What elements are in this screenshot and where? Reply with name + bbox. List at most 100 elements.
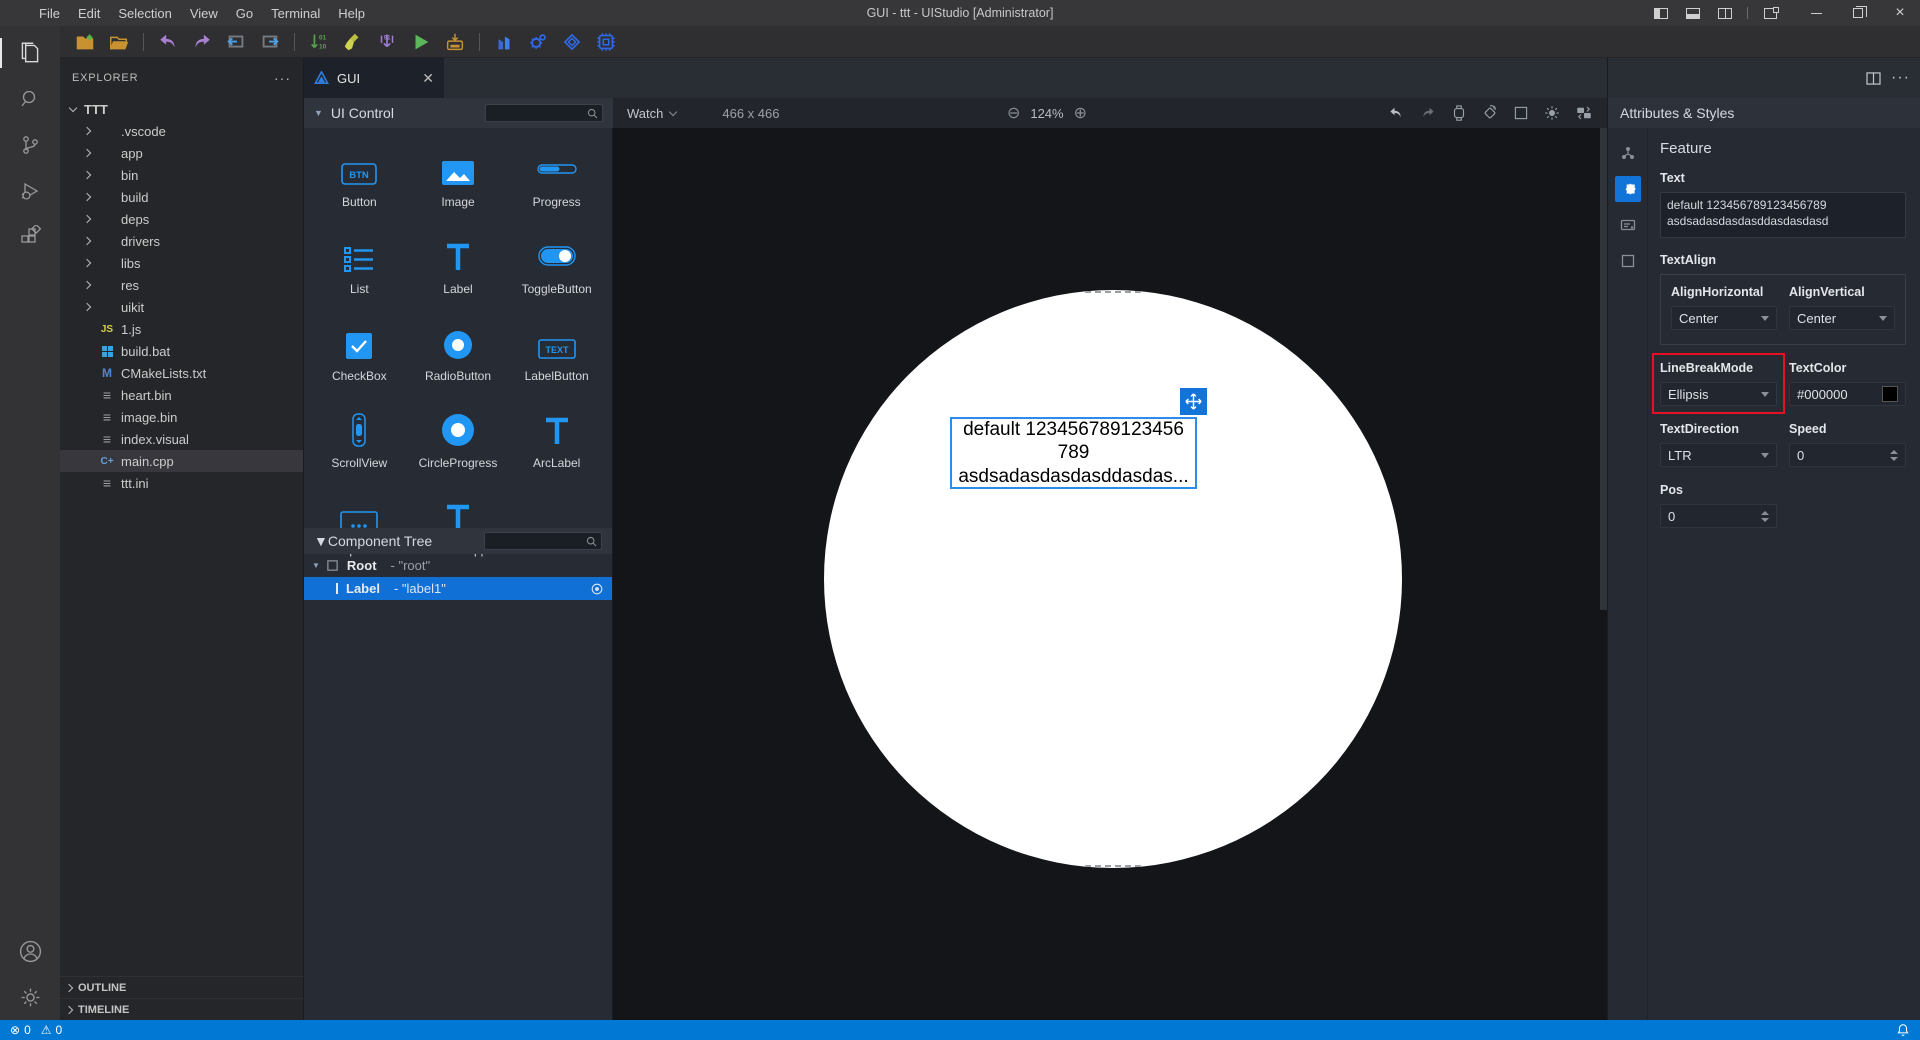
canvas-scrollbar[interactable] — [1600, 128, 1607, 610]
watch-device-icon[interactable] — [1451, 104, 1467, 122]
ui-control-header[interactable]: ▼ UI Control — [304, 98, 613, 128]
new-project-icon[interactable] — [70, 29, 100, 55]
tree-item[interactable]: build.bat — [60, 340, 303, 362]
palette-item-togglebutton[interactable]: ToggleButton — [507, 239, 606, 296]
tree-item[interactable]: CMakeLists.txt — [60, 362, 303, 384]
layout-swap-icon[interactable] — [1575, 104, 1593, 122]
package-icon[interactable] — [557, 29, 587, 55]
zoom-in-icon[interactable]: ⊕ — [1074, 103, 1087, 123]
tree-item[interactable]: bin — [60, 164, 303, 186]
tree-item[interactable]: drivers — [60, 230, 303, 252]
run-icon[interactable] — [406, 29, 436, 55]
stepper-arrows-icon[interactable] — [1761, 511, 1769, 522]
tree-item[interactable]: deps — [60, 208, 303, 230]
text-value-input[interactable]: default 123456789123456789 asdsadasdasda… — [1660, 192, 1906, 238]
run-debug-icon[interactable] — [0, 168, 60, 214]
tree-item[interactable]: ttt.ini — [60, 472, 303, 494]
device-select[interactable]: Watch — [627, 106, 684, 121]
palette-item-labelbutton[interactable]: TEXT LabelButton — [507, 326, 606, 383]
stepper-arrows-icon[interactable] — [1890, 450, 1898, 461]
bounds-icon[interactable] — [1615, 248, 1641, 274]
build-settings-icon[interactable] — [523, 29, 553, 55]
tree-item[interactable]: build — [60, 186, 303, 208]
ui-control-search[interactable] — [485, 104, 603, 122]
tree-item[interactable]: image.bin — [60, 406, 303, 428]
toggle-panel-icon[interactable] — [1679, 2, 1707, 24]
undo-icon[interactable] — [153, 29, 183, 55]
extensions-icon[interactable] — [0, 214, 60, 260]
palette-item-progress[interactable]: Progress — [507, 152, 606, 209]
stats-icon[interactable] — [489, 29, 519, 55]
menu-item[interactable]: Help — [329, 6, 374, 21]
visibility-eye-icon[interactable] — [590, 582, 604, 596]
warnings-indicator[interactable]: ⚠ 0 — [41, 1023, 62, 1037]
notifications-bell-icon[interactable] — [1896, 1023, 1910, 1037]
customize-layout-icon[interactable] — [1756, 2, 1784, 24]
textcolor-input[interactable]: #000000 — [1789, 382, 1906, 406]
feature-puzzle-icon[interactable] — [1615, 176, 1641, 202]
palette-item-list[interactable]: List — [310, 239, 409, 296]
hierarchy-icon[interactable] — [1615, 140, 1641, 166]
brightness-icon[interactable] — [1543, 104, 1561, 122]
menu-item[interactable]: Edit — [69, 6, 109, 21]
palette-item-scrollview[interactable]: ScrollView — [310, 413, 409, 470]
tab-gui[interactable]: GUI ✕ — [304, 58, 444, 98]
selected-label-element[interactable]: default 123456789123456 789 asdsadasdasd… — [950, 417, 1197, 489]
sort-lines-icon[interactable]: 0110 — [304, 29, 334, 55]
minimize-button[interactable] — [1802, 2, 1830, 24]
tree-item[interactable]: .vscode — [60, 120, 303, 142]
import-view-icon[interactable] — [221, 29, 251, 55]
redo-icon[interactable] — [187, 29, 217, 55]
outline-section[interactable]: OUTLINE — [60, 976, 303, 998]
split-editor-icon[interactable] — [1866, 72, 1881, 85]
toggle-sidebar-icon[interactable] — [1647, 2, 1675, 24]
palette-item-label[interactable]: Label — [409, 239, 508, 296]
account-icon[interactable] — [0, 928, 60, 974]
restore-button[interactable] — [1844, 2, 1872, 24]
canvas-undo-icon[interactable] — [1387, 104, 1405, 122]
timeline-section[interactable]: TIMELINE — [60, 998, 303, 1020]
menu-item[interactable]: File — [30, 6, 69, 21]
ui-control-search-input[interactable] — [486, 107, 586, 119]
zoom-out-icon[interactable]: ⊖ — [1007, 103, 1020, 123]
clean-icon[interactable] — [338, 29, 368, 55]
palette-item-checkbox[interactable]: CheckBox — [310, 326, 409, 383]
menu-item[interactable]: View — [181, 6, 227, 21]
palette-item-arclabel[interactable]: ArcLabel — [507, 413, 606, 470]
export-view-icon[interactable] — [255, 29, 285, 55]
menu-item[interactable]: Selection — [109, 6, 180, 21]
explorer-more-icon[interactable]: ··· — [274, 70, 291, 86]
menu-item[interactable]: Go — [227, 6, 262, 21]
palette-item-button[interactable]: BTN Button — [310, 152, 409, 209]
design-canvas[interactable]: default 123456789123456 789 asdsadasdasd… — [613, 128, 1607, 1020]
tree-root-ttt[interactable]: TTT — [60, 98, 303, 120]
tree-row-label1[interactable]: Label - "label1" — [304, 577, 612, 600]
open-project-icon[interactable] — [104, 29, 134, 55]
move-handle[interactable] — [1180, 388, 1207, 415]
align-vertical-select[interactable]: Center — [1789, 306, 1895, 330]
textdirection-select[interactable]: LTR — [1660, 443, 1777, 467]
tree-item[interactable]: uikit — [60, 296, 303, 318]
select-region-icon[interactable] — [1513, 105, 1529, 121]
palette-item-circleprogress[interactable]: CircleProgress — [409, 413, 508, 470]
search-icon[interactable] — [0, 76, 60, 122]
tag-info-icon[interactable] — [1615, 212, 1641, 238]
palette-item-image[interactable]: Image — [409, 152, 508, 209]
explorer-icon[interactable] — [0, 30, 60, 76]
speed-stepper[interactable]: 0 — [1789, 443, 1906, 467]
component-tree-header[interactable]: ▼ Component Tree — [304, 528, 612, 554]
tree-item[interactable]: libs — [60, 252, 303, 274]
menu-item[interactable]: Terminal — [262, 6, 329, 21]
palette-item-radiobutton[interactable]: RadioButton — [409, 326, 508, 383]
tree-item[interactable]: heart.bin — [60, 384, 303, 406]
tab-close-icon[interactable]: ✕ — [422, 70, 434, 87]
canvas-redo-icon[interactable] — [1419, 104, 1437, 122]
errors-indicator[interactable]: ⊗ 0 — [10, 1023, 31, 1037]
color-swatch[interactable] — [1882, 386, 1898, 402]
linebreakmode-select[interactable]: Ellipsis — [1660, 382, 1777, 406]
close-button[interactable]: × — [1886, 2, 1914, 24]
component-tree-search[interactable] — [484, 532, 602, 550]
settings-gear-icon[interactable] — [0, 974, 60, 1020]
tree-row-root[interactable]: ▼ Root - "root" — [304, 554, 612, 577]
tree-item[interactable]: app — [60, 142, 303, 164]
